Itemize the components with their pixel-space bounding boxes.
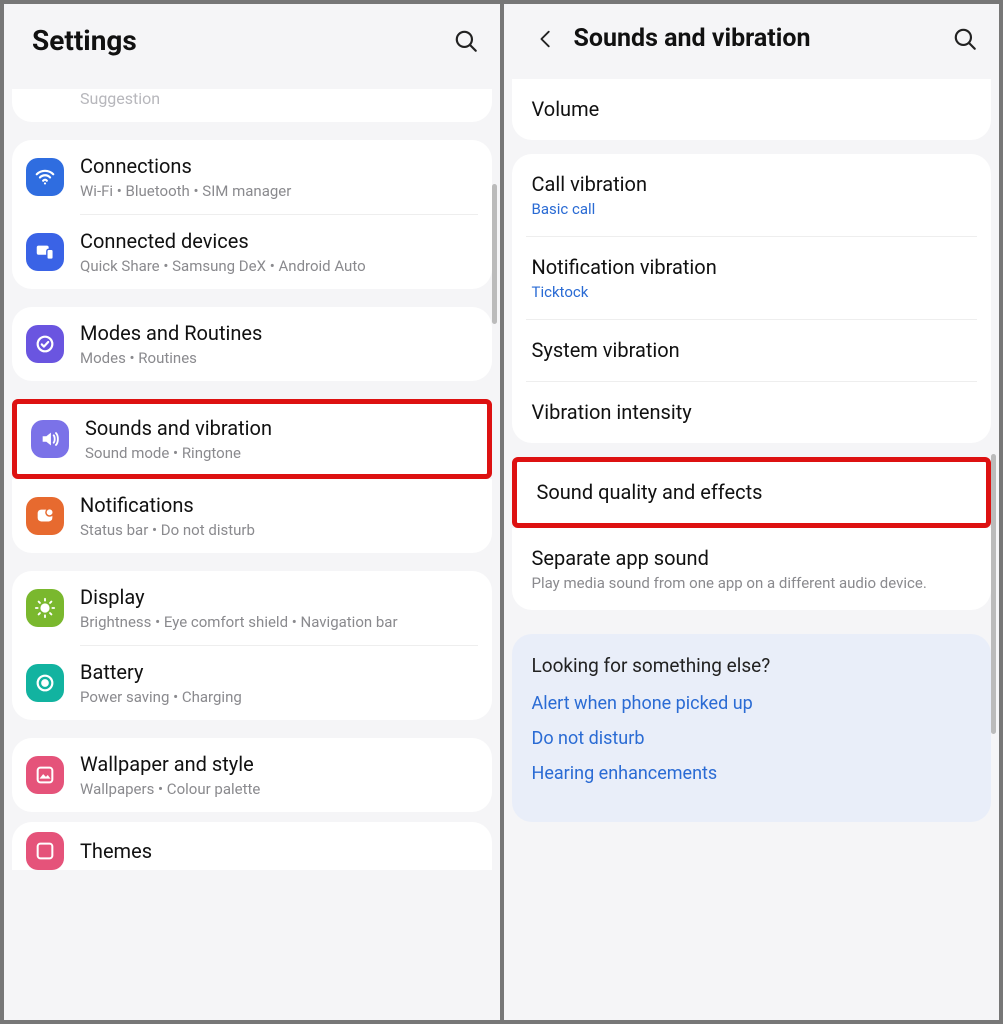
item-title: Battery: [80, 660, 478, 685]
item-title: Volume: [532, 97, 972, 122]
suggestion-label: Suggestion: [80, 89, 492, 108]
scrollbar-thumb[interactable]: [492, 184, 497, 324]
sun-icon: [26, 589, 64, 627]
suggestion-card-stub: Suggestion: [12, 89, 492, 122]
settings-header: Settings: [4, 4, 500, 89]
item-subtitle: Modes • Routines: [80, 349, 478, 367]
item-vibration-intensity[interactable]: Vibration intensity: [512, 382, 992, 443]
sounds-vibration-screen: Sounds and vibration Volume Call vibrati…: [504, 4, 1000, 1020]
wifi-icon: [26, 158, 64, 196]
highlight-sound-quality: Sound quality and effects: [512, 457, 992, 528]
item-title: Call vibration: [532, 172, 972, 197]
highlight-sounds-vibration: Sounds and vibration Sound mode • Ringto…: [12, 399, 492, 479]
page-title: Sounds and vibration: [574, 24, 952, 53]
item-subtitle: Power saving • Charging: [80, 688, 478, 706]
item-subtitle: Sound mode • Ringtone: [85, 444, 473, 462]
item-title: Separate app sound: [532, 546, 972, 571]
settings-group-wallpaper: Wallpaper and style Wallpapers • Colour …: [12, 738, 492, 812]
item-title: Modes and Routines: [80, 321, 478, 346]
settings-group-sounds: Modes and Routines Modes • Routines: [12, 307, 492, 381]
item-subtitle: Ticktock: [532, 283, 972, 301]
item-title: Display: [80, 585, 478, 610]
item-sound-quality-effects[interactable]: Sound quality and effects: [517, 462, 987, 523]
looking-for-card: Looking for something else? Alert when p…: [512, 634, 992, 822]
settings-item-themes[interactable]: Themes: [12, 822, 492, 870]
item-title: Connected devices: [80, 229, 478, 254]
info-link-hearing[interactable]: Hearing enhancements: [532, 763, 972, 784]
item-subtitle: Basic call: [532, 200, 972, 218]
info-title: Looking for something else?: [532, 654, 972, 677]
info-link-alert[interactable]: Alert when phone picked up: [532, 693, 972, 714]
sounds-header: Sounds and vibration: [504, 4, 1000, 85]
themes-icon: [26, 832, 64, 870]
item-title: System vibration: [532, 338, 972, 363]
item-title: Connections: [80, 154, 478, 179]
item-title: Notification vibration: [532, 255, 972, 280]
settings-group-display: Display Brightness • Eye comfort shield …: [12, 571, 492, 720]
settings-screen: Settings Suggestion Connections Wi-Fi • …: [4, 4, 504, 1020]
settings-item-connections[interactable]: Connections Wi-Fi • Bluetooth • SIM mana…: [12, 140, 492, 214]
battery-icon: [26, 664, 64, 702]
item-title: Vibration intensity: [532, 400, 972, 425]
settings-group-connections: Connections Wi-Fi • Bluetooth • SIM mana…: [12, 140, 492, 289]
item-call-vibration[interactable]: Call vibration Basic call: [512, 154, 992, 236]
group-vibration: Call vibration Basic call Notification v…: [512, 154, 992, 443]
scrollbar-thumb[interactable]: [991, 454, 996, 734]
group-volume: Volume: [512, 79, 992, 140]
item-separate-app-sound[interactable]: Separate app sound Play media sound from…: [512, 528, 992, 610]
sound-icon: [31, 420, 69, 458]
search-icon[interactable]: [452, 27, 480, 55]
item-title: Sound quality and effects: [537, 480, 967, 505]
settings-group-sounds-cont: Notifications Status bar • Do not distur…: [12, 479, 492, 553]
settings-item-modes[interactable]: Modes and Routines Modes • Routines: [12, 307, 492, 381]
item-notification-vibration[interactable]: Notification vibration Ticktock: [512, 237, 992, 319]
notifications-icon: [26, 497, 64, 535]
info-link-dnd[interactable]: Do not disturb: [532, 728, 972, 749]
settings-item-wallpaper[interactable]: Wallpaper and style Wallpapers • Colour …: [12, 738, 492, 812]
settings-item-display[interactable]: Display Brightness • Eye comfort shield …: [12, 571, 492, 645]
group-sound-quality-cont: Separate app sound Play media sound from…: [512, 528, 992, 610]
item-volume[interactable]: Volume: [512, 79, 992, 140]
item-subtitle: Wallpapers • Colour palette: [80, 780, 478, 798]
search-icon[interactable]: [951, 25, 979, 53]
item-subtitle: Status bar • Do not disturb: [80, 521, 478, 539]
item-title: Themes: [80, 839, 478, 864]
modes-icon: [26, 325, 64, 363]
item-subtitle: Play media sound from one app on a diffe…: [532, 574, 972, 592]
page-title: Settings: [32, 24, 452, 57]
item-title: Sounds and vibration: [85, 416, 473, 441]
devices-icon: [26, 233, 64, 271]
item-system-vibration[interactable]: System vibration: [512, 320, 992, 381]
settings-item-sounds-vibration[interactable]: Sounds and vibration Sound mode • Ringto…: [17, 404, 487, 474]
settings-item-connected-devices[interactable]: Connected devices Quick Share • Samsung …: [12, 215, 492, 289]
item-title: Wallpaper and style: [80, 752, 478, 777]
wallpaper-icon: [26, 756, 64, 794]
settings-item-notifications[interactable]: Notifications Status bar • Do not distur…: [12, 479, 492, 553]
back-button[interactable]: [532, 25, 560, 53]
item-subtitle: Quick Share • Samsung DeX • Android Auto: [80, 257, 478, 275]
settings-item-battery[interactable]: Battery Power saving • Charging: [12, 646, 492, 720]
item-title: Notifications: [80, 493, 478, 518]
item-subtitle: Brightness • Eye comfort shield • Naviga…: [80, 613, 478, 631]
item-subtitle: Wi-Fi • Bluetooth • SIM manager: [80, 182, 478, 200]
